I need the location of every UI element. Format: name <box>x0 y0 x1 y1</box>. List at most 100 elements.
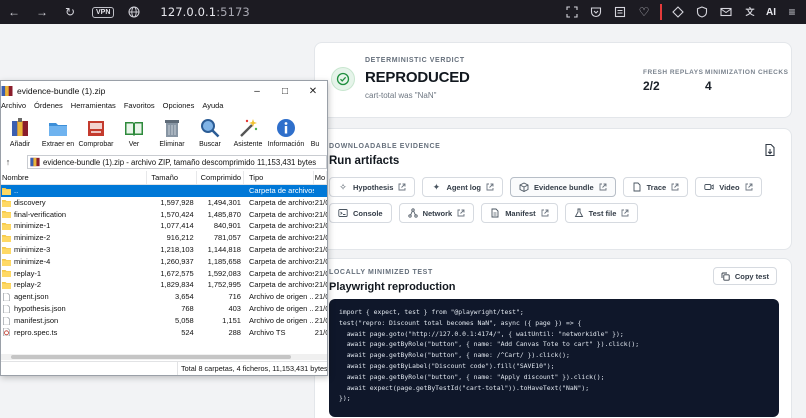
menu-herramientas[interactable]: Herramientas <box>71 101 116 114</box>
file-row[interactable]: agent.json 3,654 716 Archivo de origen ... 2… <box>1 291 327 303</box>
folder-extract-icon <box>49 123 67 136</box>
forward-icon[interactable]: → <box>34 4 50 20</box>
close-icon[interactable]: ✕ <box>299 81 327 101</box>
tool-info[interactable]: Información <box>267 115 305 153</box>
copy-test-button[interactable]: Copy test <box>712 267 777 285</box>
verdict-subtitle: cart-total was "NaN" <box>365 91 437 100</box>
tool-add[interactable]: Añadir <box>1 115 39 153</box>
heart-icon[interactable]: ♡ <box>636 4 652 20</box>
ai-button[interactable]: AI <box>766 7 776 18</box>
file-name: replay-1 <box>14 268 42 278</box>
file-type: Archivo de origen ... <box>248 315 314 325</box>
add-icon <box>12 118 28 136</box>
minimize-icon[interactable]: – <box>243 81 271 101</box>
file-name: minimize-1 <box>14 221 51 231</box>
col-modified[interactable]: Mo <box>314 171 327 184</box>
download-doc-icon[interactable] <box>763 143 777 157</box>
file-packed: 1,494,301 <box>207 197 241 207</box>
file-name-cell: minimize-3 <box>1 244 148 256</box>
col-size[interactable]: Tamaño <box>147 171 197 184</box>
tool-find[interactable]: Buscar <box>191 115 229 153</box>
file-row[interactable]: minimize-4 1,260,937 1,185,658 Carpeta de a… <box>1 256 327 268</box>
file-type: Archivo TS <box>248 327 286 337</box>
file-row[interactable]: repro.spec.ts 524 288 Archivo TS 21/0 <box>1 327 327 339</box>
artifact-hypothesis[interactable]: ✧ Hypothesis <box>329 177 416 197</box>
file-modified: 21/0 <box>314 327 327 337</box>
menu-ayuda[interactable]: Ayuda <box>202 101 223 114</box>
artifact-console[interactable]: Console <box>329 203 392 223</box>
artifact-video[interactable]: Video <box>695 177 762 197</box>
external-link-icon <box>457 209 465 217</box>
artifact-trace[interactable]: Trace <box>622 177 689 197</box>
file-modified: 21/0 <box>314 268 327 278</box>
menu-favoritos[interactable]: Favoritos <box>124 101 155 114</box>
back-icon[interactable]: ← <box>6 4 22 20</box>
folder-icon <box>2 258 11 266</box>
tool-view[interactable]: Ver <box>115 115 153 153</box>
file-packed: 288 <box>228 327 241 337</box>
code-block[interactable]: import { expect, test } from "@playwrigh… <box>329 299 779 417</box>
artifact-agent-log[interactable]: ✦ Agent log <box>422 177 504 197</box>
file-row[interactable]: discovery 1,597,928 1,494,301 Carpeta de ar… <box>1 197 327 209</box>
col-packed[interactable]: Comprimido <box>197 171 244 184</box>
col-name[interactable]: Nombre <box>1 171 148 184</box>
stat-minimization-checks: MINIMIZATION CHECKS 4 <box>705 69 788 93</box>
menu-archivo[interactable]: Archivo <box>1 101 26 114</box>
menu-opciones[interactable]: Opciones <box>163 101 195 114</box>
file-size: 1,218,103 <box>160 244 194 254</box>
tool-wizard[interactable]: Asistente <box>229 115 267 153</box>
file-row[interactable]: .. Carpeta de archivos <box>1 185 327 197</box>
tool-more[interactable]: Bu <box>305 115 325 153</box>
maximize-icon[interactable]: □ <box>271 81 299 101</box>
file-row[interactable]: replay-2 1,829,834 1,752,995 Carpeta de arc… <box>1 279 327 291</box>
file-row[interactable]: minimize-2 916,212 781,057 Carpeta de archi… <box>1 232 327 244</box>
file-name: discovery <box>14 197 46 207</box>
file-size: 768 <box>181 303 194 313</box>
tool-extract[interactable]: Extraer en <box>39 115 77 153</box>
up-arrow-icon[interactable]: ↑ <box>1 157 15 167</box>
file-name-cell: manifest.json <box>1 315 148 327</box>
copy-label: Copy test <box>734 271 769 281</box>
file-row[interactable]: final-verification 1,570,424 1,485,870 Carp… <box>1 209 327 221</box>
tool-delete[interactable]: Eliminar <box>153 115 191 153</box>
horizontal-scrollbar[interactable] <box>1 354 327 360</box>
file-row[interactable]: hypothesis.json 768 403 Archivo de origen .… <box>1 303 327 315</box>
external-link-icon <box>745 183 752 191</box>
artifact-manifest[interactable]: Manifest <box>481 203 558 223</box>
mail-icon[interactable] <box>718 4 734 20</box>
vpn-badge[interactable]: VPN <box>92 6 115 18</box>
menu-icon[interactable]: ≡ <box>784 4 800 20</box>
file-row[interactable]: replay-1 1,672,575 1,592,083 Carpeta de arc… <box>1 268 327 280</box>
menu-ordenes[interactable]: Órdenes <box>34 101 63 114</box>
artifact-network[interactable]: Network <box>398 203 475 223</box>
file-row[interactable]: minimize-1 1,077,414 840,901 Carpeta de arc… <box>1 220 327 232</box>
stat-label: FRESH REPLAYS <box>643 69 704 76</box>
external-link-icon <box>621 209 629 217</box>
address-field[interactable]: evidence-bundle (1).zip - archivo ZIP, t… <box>27 155 327 169</box>
pocket-icon[interactable] <box>588 4 604 20</box>
reload-icon[interactable]: ↻ <box>62 4 78 20</box>
file-size: 916,212 <box>166 233 194 243</box>
scrollbar-thumb[interactable] <box>11 355 291 359</box>
archive-titlebar[interactable]: evidence-bundle (1).zip – □ ✕ <box>1 81 327 101</box>
tool-test[interactable]: Comprobar <box>77 115 115 153</box>
translate-icon[interactable]: 文 <box>742 4 758 20</box>
code-line: test("repro: Discount total becomes NaN"… <box>339 318 582 327</box>
code-line: await page.goto("http://127.0.0.1:4174/"… <box>339 329 624 338</box>
test-title: Playwright reproduction <box>329 281 456 293</box>
artifact-test-file[interactable]: Test file <box>564 203 639 223</box>
extensions-icon[interactable] <box>670 4 686 20</box>
archive-app-icon <box>1 86 13 96</box>
col-type[interactable]: Tipo <box>244 171 314 184</box>
screenshot-icon[interactable] <box>564 4 580 20</box>
file-row[interactable]: manifest.json 5,058 1,151 Archivo de origen… <box>1 315 327 327</box>
url-field[interactable]: 127.0.0.1:5173 <box>160 5 249 19</box>
shield-icon[interactable] <box>694 4 710 20</box>
folder-icon <box>2 187 11 195</box>
file-size: 1,570,424 <box>160 209 194 219</box>
file-row[interactable]: minimize-3 1,218,103 1,144,818 Carpeta de a… <box>1 244 327 256</box>
file-list: .. Carpeta de archivos discovery 1,597,928 1… <box>1 185 327 338</box>
reader-icon[interactable] <box>612 4 628 20</box>
tool-label: Buscar <box>199 141 221 148</box>
artifact-evidence-bundle[interactable]: Evidence bundle <box>510 177 616 197</box>
